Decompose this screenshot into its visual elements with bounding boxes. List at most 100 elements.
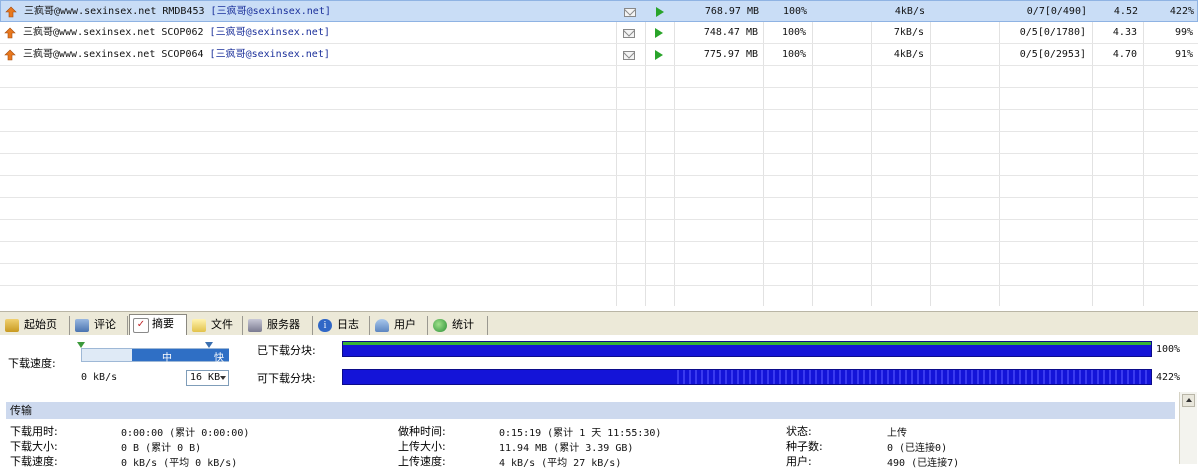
- detail-tabbar: 起始页 评论 ✓ 摘要 文件 服务器 i 日志 用户 统计: [0, 311, 1198, 335]
- slider-fast-label: 快: [214, 353, 224, 364]
- empty-row: [0, 176, 1198, 198]
- tab-statistics[interactable]: 统计: [430, 316, 488, 335]
- torrent-percent: 100%: [783, 6, 808, 17]
- summary-panel: 下载速度: 中 快 0 kB/s 16 KB 已下载分块: 100% 可下载分块…: [0, 335, 1198, 469]
- transfer-label: 上传大小:: [398, 440, 446, 453]
- upload-arrow-icon: [4, 27, 16, 39]
- play-icon[interactable]: [656, 7, 664, 17]
- empty-row: [0, 132, 1198, 154]
- transfer-label: 用户:: [786, 455, 812, 468]
- upload-arrow-icon: [4, 49, 16, 61]
- downloaded-pieces-label: 已下载分块:: [257, 344, 316, 357]
- torrent-share: 91%: [1174, 49, 1193, 60]
- mail-icon[interactable]: [623, 51, 635, 60]
- torrent-tag: [三疯哥@sexinsex.net]: [209, 49, 330, 60]
- torrent-row[interactable]: 三疯哥@www.sexinsex.net SCOP062 [三疯哥@sexins…: [0, 22, 1198, 44]
- torrent-share: 422%: [1169, 6, 1194, 17]
- summary-check-icon: ✓: [133, 318, 149, 333]
- download-speed-label: 下载速度:: [8, 357, 56, 370]
- empty-row: [0, 220, 1198, 242]
- empty-row: [0, 66, 1198, 88]
- transfer-value: 4 kB/s (平均 27 kB/s): [499, 458, 622, 469]
- tab-files[interactable]: 文件: [189, 316, 243, 335]
- torrent-name: 三疯哥@www.sexinsex.net SCOP064 [三疯哥@sexins…: [23, 44, 613, 66]
- empty-row: [0, 110, 1198, 132]
- transfer-value: 11.94 MB (累计 3.39 GB): [499, 443, 634, 454]
- torrent-percent: 100%: [782, 49, 807, 60]
- transfer-value: 0 (已连接0): [887, 443, 948, 454]
- transfer-value: 0 kB/s (平均 0 kB/s): [121, 458, 238, 469]
- transfer-label: 上传速度:: [398, 455, 446, 468]
- info-log-icon: i: [318, 319, 332, 332]
- mail-icon[interactable]: [623, 29, 635, 38]
- empty-row: [0, 154, 1198, 176]
- tab-summary[interactable]: ✓ 摘要: [129, 314, 187, 335]
- torrent-size: 768.97 MB: [704, 6, 759, 17]
- tab-log[interactable]: i 日志: [315, 316, 370, 335]
- available-pieces-bar: [342, 369, 1152, 385]
- tab-users[interactable]: 用户: [372, 316, 428, 335]
- torrent-ratio: 4.70: [1112, 49, 1137, 60]
- transfer-label: 做种时间:: [398, 425, 446, 438]
- transfer-section-header: 传输: [6, 402, 1175, 419]
- downloaded-pieces-bar: [342, 341, 1152, 357]
- empty-row: [0, 264, 1198, 286]
- upload-arrow-icon: [5, 6, 17, 18]
- torrent-peers: 0/5[0/1780]: [1019, 27, 1086, 38]
- transfer-value: 0:00:00 (累计 0:00:00): [121, 428, 250, 439]
- empty-row: [0, 242, 1198, 264]
- play-icon[interactable]: [655, 50, 663, 60]
- transfer-value: 0 B (累计 0 B): [121, 443, 202, 454]
- current-download-speed: 0 kB/s: [81, 372, 118, 383]
- transfer-label: 状态:: [786, 425, 812, 438]
- speed-limit-dropdown[interactable]: 16 KB: [186, 370, 229, 386]
- play-icon[interactable]: [655, 28, 663, 38]
- torrent-title: 三疯哥@www.sexinsex.net RMDB453: [24, 6, 205, 17]
- transfer-value: 上传: [887, 428, 907, 439]
- torrent-list[interactable]: 三疯哥@www.sexinsex.net RMDB453 [三疯哥@sexins…: [0, 0, 1198, 306]
- available-pieces-percent: 422%: [1156, 372, 1181, 383]
- torrent-speed: 7kB/s: [893, 27, 924, 38]
- torrent-share: 99%: [1174, 27, 1193, 38]
- scroll-up-arrow-icon[interactable]: [1182, 394, 1195, 407]
- transfer-label: 下载速度:: [10, 455, 58, 468]
- tab-start-page[interactable]: 起始页: [2, 316, 70, 335]
- torrent-size: 748.47 MB: [703, 27, 758, 38]
- vertical-scrollbar[interactable]: [1179, 392, 1197, 464]
- torrent-ratio: 4.52: [1113, 6, 1138, 17]
- torrent-speed: 4kB/s: [894, 6, 925, 17]
- torrent-tag: [三疯哥@sexinsex.net]: [210, 6, 331, 17]
- download-speed-slider[interactable]: 中 快: [81, 348, 229, 364]
- transfer-value: 490 (已连接7): [887, 458, 960, 469]
- tab-comments[interactable]: 评论: [72, 316, 128, 335]
- tab-servers[interactable]: 服务器: [245, 316, 313, 335]
- transfer-label: 种子数:: [786, 440, 823, 453]
- transfer-label: 下载大小:: [10, 440, 58, 453]
- torrent-tag: [三疯哥@sexinsex.net]: [209, 27, 330, 38]
- folder-icon: [192, 319, 206, 332]
- torrent-row[interactable]: 三疯哥@www.sexinsex.net SCOP064 [三疯哥@sexins…: [0, 44, 1198, 66]
- empty-row: [0, 88, 1198, 110]
- torrent-peers: 0/7[0/490]: [1026, 6, 1087, 17]
- torrent-row[interactable]: 三疯哥@www.sexinsex.net RMDB453 [三疯哥@sexins…: [0, 0, 1198, 22]
- torrent-ratio: 4.33: [1112, 27, 1137, 38]
- torrent-name: 三疯哥@www.sexinsex.net RMDB453 [三疯哥@sexins…: [24, 1, 614, 23]
- transfer-label: 下载用时:: [10, 425, 58, 438]
- slider-mid-label: 中: [162, 353, 172, 364]
- torrent-speed: 4kB/s: [893, 49, 924, 60]
- transfer-value: 0:15:19 (累计 1 天 11:55:30): [499, 428, 662, 439]
- empty-row: [0, 286, 1198, 306]
- user-icon: [375, 319, 389, 332]
- torrent-title: 三疯哥@www.sexinsex.net SCOP064: [23, 49, 204, 60]
- stats-globe-icon: [433, 319, 447, 332]
- torrent-peers: 0/5[0/2953]: [1019, 49, 1086, 60]
- comment-icon: [75, 319, 89, 332]
- torrent-percent: 100%: [782, 27, 807, 38]
- available-pieces-label: 可下载分块:: [257, 372, 316, 385]
- downloaded-pieces-percent: 100%: [1156, 344, 1181, 355]
- torrent-title: 三疯哥@www.sexinsex.net SCOP062: [23, 27, 204, 38]
- mail-icon[interactable]: [624, 8, 636, 17]
- server-icon: [248, 319, 262, 332]
- chevron-down-icon: [220, 376, 226, 380]
- torrent-size: 775.97 MB: [703, 49, 758, 60]
